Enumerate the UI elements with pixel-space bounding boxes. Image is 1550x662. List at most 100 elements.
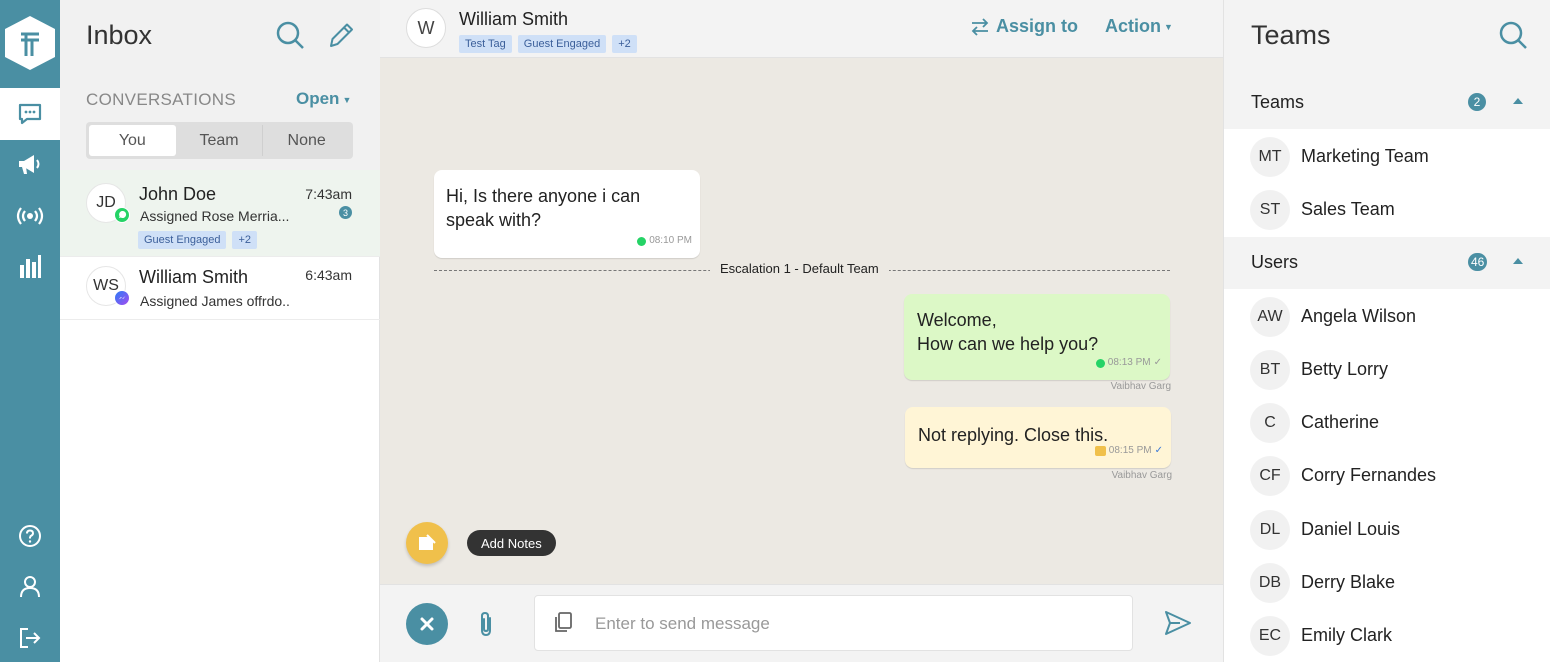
broadcast-icon <box>16 207 44 225</box>
user-item[interactable]: BT Betty Lorry <box>1224 343 1550 396</box>
segment-team[interactable]: Team <box>176 125 264 156</box>
messenger-icon <box>114 290 130 306</box>
teams-title: Teams <box>1251 20 1331 50</box>
pencil-icon <box>330 23 353 47</box>
conversation-name: John Doe <box>139 184 217 204</box>
chat-panel: W William Smith Test Tag Guest Engaged +2 … <box>380 0 1223 662</box>
compose-button[interactable] <box>326 20 354 55</box>
tag-more-chip[interactable]: +2 <box>232 231 257 249</box>
user-item[interactable]: EC Emily Clark <box>1224 609 1550 662</box>
inbox-search-button[interactable] <box>275 20 305 55</box>
close-conversation-button[interactable] <box>406 603 448 645</box>
avatar: DL <box>1250 510 1290 550</box>
logo-icon <box>21 32 39 56</box>
inbox-header: Inbox CONVERSATIONS Open ▼ You Team None <box>60 0 380 170</box>
teams-count-badge: 2 <box>1468 93 1486 111</box>
app-logo[interactable] <box>0 0 60 86</box>
team-item-marketing[interactable]: MT Marketing Team <box>1224 130 1550 183</box>
tag-chip: Guest Engaged <box>138 231 227 249</box>
contact-name[interactable]: William Smith <box>459 9 568 30</box>
incoming-message: Hi, Is there anyone i can speak with? 08… <box>434 170 700 258</box>
nav-profile[interactable] <box>0 560 60 612</box>
contact-avatar[interactable]: W <box>406 8 446 48</box>
conversation-time: 6:43am <box>305 267 352 283</box>
avatar: DB <box>1250 563 1290 603</box>
segment-you[interactable]: You <box>89 125 176 156</box>
action-label: Action <box>1105 16 1161 36</box>
nav-conversations[interactable] <box>0 88 60 140</box>
teams-panel: Teams Teams 2 MT Marketing Team ST Sales… <box>1223 0 1550 662</box>
message-time: 08:15 PM <box>1108 445 1152 456</box>
chevron-up-icon[interactable] <box>1513 258 1523 264</box>
nav-campaigns[interactable] <box>0 138 60 190</box>
section-label: Teams <box>1251 92 1305 112</box>
conversation-name: William Smith <box>139 267 249 287</box>
section-label: Users <box>1251 252 1299 272</box>
segment-none[interactable]: None <box>263 125 350 156</box>
megaphone-icon <box>19 155 40 174</box>
avatar: CF <box>1250 456 1290 496</box>
user-item[interactable]: AW Angela Wilson <box>1224 290 1550 343</box>
conversation-tags: Guest Engaged +2 <box>138 230 263 249</box>
team-name: Sales Team <box>1301 199 1395 219</box>
send-icon <box>1165 611 1191 635</box>
status-filter-dropdown[interactable]: Open ▼ <box>296 89 351 109</box>
conversation-preview: Assigned James offrdo.. <box>140 293 290 309</box>
avatar: EC <box>1250 616 1290 656</box>
team-item-sales[interactable]: ST Sales Team <box>1224 183 1550 236</box>
conversations-label: CONVERSATIONS <box>86 90 236 109</box>
assign-to-button[interactable]: Assign to <box>970 16 1078 37</box>
user-item[interactable]: C Catherine <box>1224 396 1550 449</box>
user-name: Daniel Louis <box>1301 519 1401 539</box>
teams-section-header[interactable]: Teams 2 <box>1224 77 1550 129</box>
user-item[interactable]: CF Corry Fernandes <box>1224 449 1550 502</box>
users-section-header[interactable]: Users 46 <box>1224 237 1550 289</box>
avatar: MT <box>1250 137 1290 177</box>
conversation-item-john-doe[interactable]: JD John Doe 7:43am Assigned Rose Merria.… <box>60 170 380 257</box>
search-icon <box>1499 21 1527 49</box>
inbox-panel: Inbox CONVERSATIONS Open▼ You Team None <box>60 0 380 662</box>
message-thread: Hi, Is there anyone i can speak with? 08… <box>380 58 1223 584</box>
templates-button[interactable] <box>553 611 573 638</box>
message-time: 08:13 PM <box>1107 357 1151 368</box>
analytics-icon <box>20 255 41 278</box>
message-text-line: Welcome, <box>917 310 997 330</box>
conversation-item-william-smith[interactable]: WS William Smith 6:43am Assigned James o… <box>60 257 380 320</box>
chevron-up-icon[interactable] <box>1513 98 1523 104</box>
profile-icon <box>20 576 40 598</box>
user-name: Catherine <box>1301 412 1380 432</box>
escalation-label: Escalation 1 - Default Team <box>710 261 889 276</box>
close-icon <box>420 617 434 631</box>
user-name: Derry Blake <box>1301 572 1396 592</box>
tag-chip: Test Tag <box>459 35 512 53</box>
user-item[interactable]: DL Daniel Louis <box>1224 503 1550 556</box>
note-icon <box>1094 446 1106 456</box>
teams-search-button[interactable] <box>1498 20 1528 55</box>
message-input[interactable] <box>595 610 1115 638</box>
send-button[interactable] <box>1164 609 1192 642</box>
tag-more-chip[interactable]: +2 <box>612 35 637 53</box>
double-check-icon: ✓ <box>1154 445 1163 456</box>
nav-help[interactable] <box>0 510 60 562</box>
whatsapp-icon <box>1095 358 1105 368</box>
chat-icon <box>18 103 42 125</box>
user-item[interactable]: DB Derry Blake <box>1224 556 1550 609</box>
user-name: Betty Lorry <box>1301 359 1389 379</box>
add-notes-button[interactable] <box>406 522 448 564</box>
copy-icon <box>555 612 572 632</box>
action-dropdown[interactable]: Action ▼ <box>1105 16 1173 37</box>
message-composer <box>380 584 1223 662</box>
chevron-down-icon: ▼ <box>342 94 352 105</box>
user-name: Emily Clark <box>1301 625 1393 645</box>
message-meta: 08:15 PM ✓ <box>1094 439 1163 463</box>
nav-rail <box>0 0 60 662</box>
assignee-segmented-control: You Team None <box>86 122 353 159</box>
add-notes-tooltip: Add Notes <box>467 530 556 556</box>
attach-button[interactable] <box>477 610 495 643</box>
nav-logout[interactable] <box>0 612 60 662</box>
unread-count-badge: 3 <box>339 206 352 219</box>
avatar: AW <box>1250 297 1290 337</box>
nav-broadcast[interactable] <box>0 190 60 242</box>
nav-analytics[interactable] <box>0 240 60 292</box>
avatar: BT <box>1250 350 1290 390</box>
